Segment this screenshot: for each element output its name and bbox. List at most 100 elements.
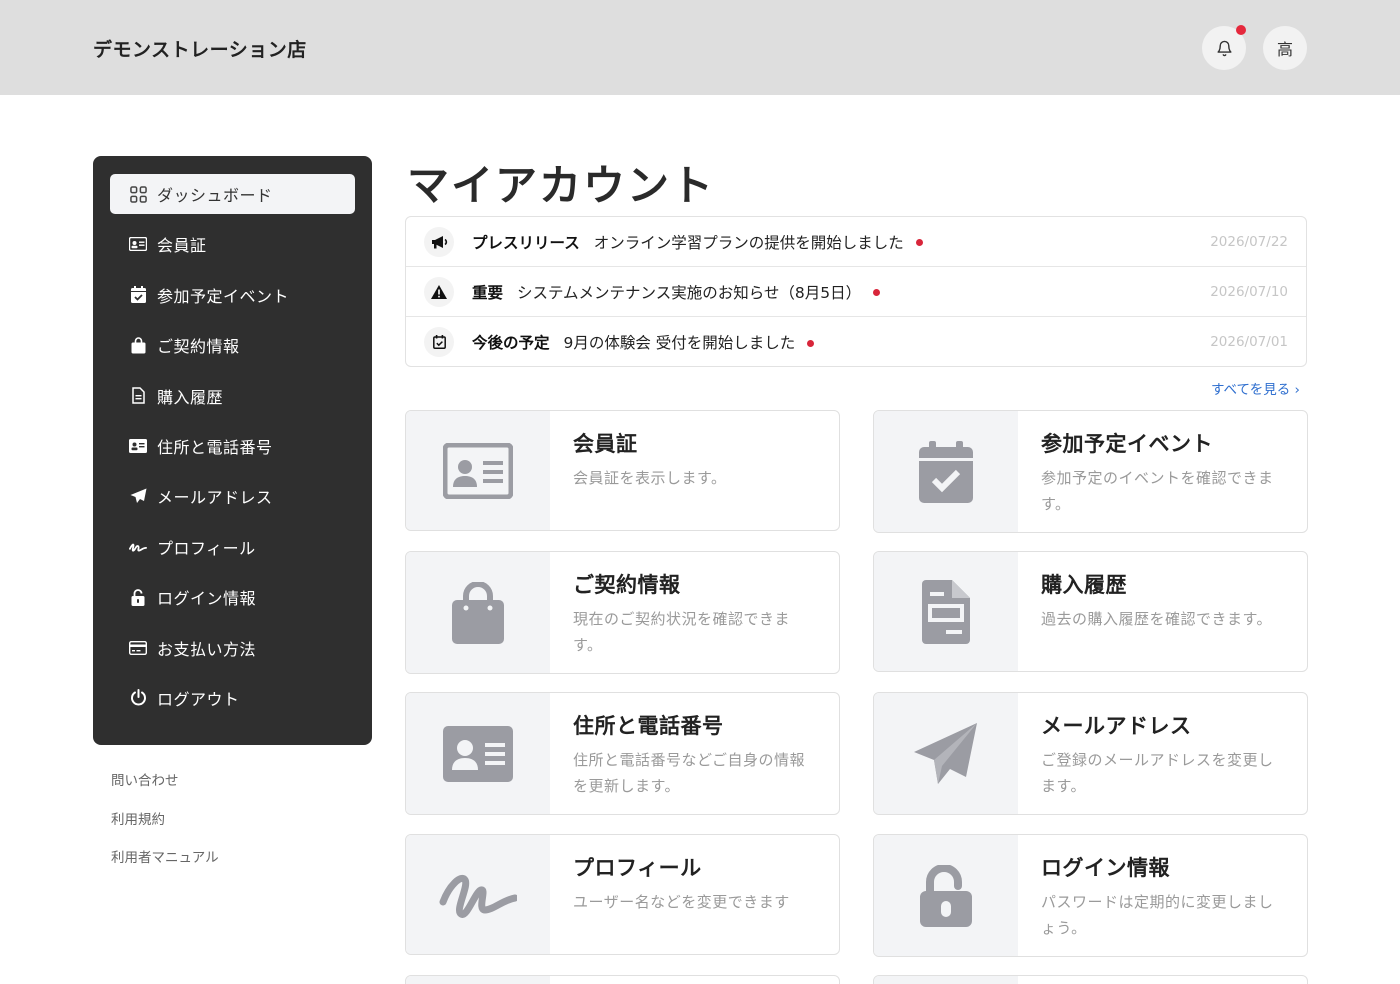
id-card-icon — [443, 442, 513, 499]
signature-icon — [439, 874, 517, 918]
sidebar-nav: ダッシュボード 会員証 参加予定イベント ご契約情報 購入履歴 住所と電話番号 … — [93, 156, 372, 745]
card-description: ユーザー名などを変更できます — [573, 893, 790, 911]
sidebar-item-email[interactable]: メールアドレス — [110, 476, 355, 516]
sidebar-item-login-info[interactable]: ログイン情報 — [110, 577, 355, 617]
paper-plane-icon — [914, 722, 977, 784]
card-title: 会員証 — [573, 432, 638, 456]
paper-plane-icon — [129, 487, 147, 505]
card-events[interactable]: 参加予定イベント 参加予定のイベントを確認できます。 — [873, 410, 1308, 533]
sidebar-item-label: 参加予定イベント — [157, 286, 290, 306]
terms-link[interactable]: 利用規約 — [111, 809, 219, 848]
manual-link[interactable]: 利用者マニュアル — [111, 847, 219, 886]
sidebar-item-label: 購入履歴 — [157, 387, 224, 407]
news-date: 2026/07/22 — [1210, 233, 1288, 250]
sidebar-item-profile[interactable]: プロフィール — [110, 527, 355, 567]
unread-dot — [873, 289, 881, 296]
card-thumb — [874, 411, 1018, 532]
sidebar-item-payment[interactable]: お支払い方法 — [110, 628, 355, 668]
card-description: 参加予定のイベントを確認できます。 — [1041, 469, 1274, 513]
page-title: マイアカウント — [407, 161, 716, 210]
news-text: オンライン学習プランの提供を開始しました — [593, 233, 904, 252]
card-description: 現在のご契約状況を確認できます。 — [573, 610, 791, 654]
see-all-link[interactable]: すべてを見る › — [1211, 378, 1300, 398]
card-title: メールアドレス — [1041, 714, 1192, 738]
megaphone-icon — [424, 226, 454, 257]
news-category: 重要 — [472, 283, 504, 302]
calendar-check-icon — [424, 327, 454, 357]
footer-links: 問い合わせ 利用規約 利用者マニュアル — [111, 770, 219, 886]
news-date: 2026/07/01 — [1210, 334, 1288, 350]
signature-icon — [129, 538, 147, 556]
card-description: 過去の購入履歴を確認できます。 — [1041, 610, 1273, 628]
contact-link[interactable]: 問い合わせ — [111, 770, 219, 809]
card-thumb — [874, 693, 1018, 814]
card-profile[interactable]: プロフィール ユーザー名などを変更できます — [405, 834, 840, 955]
card-email[interactable]: メールアドレス ご登録のメールアドレスを変更します。 — [873, 692, 1308, 815]
unread-dot — [915, 239, 923, 246]
card-thumb — [406, 552, 550, 673]
card-purchase-history[interactable]: 購入履歴 過去の購入履歴を確認できます。 — [873, 551, 1308, 672]
sidebar-item-label: プロフィール — [157, 538, 256, 558]
sidebar-item-label: 会員証 — [157, 236, 207, 256]
notification-badge — [1236, 25, 1246, 35]
card-thumb — [406, 976, 550, 984]
card-title: ログイン情報 — [1041, 856, 1170, 880]
sidebar-item-dashboard[interactable]: ダッシュボード — [110, 174, 355, 214]
top-header: デモンストレーション店 高 — [0, 0, 1400, 95]
card-partial[interactable] — [873, 975, 1308, 984]
store-name[interactable]: デモンストレーション店 — [93, 35, 307, 62]
card-thumb — [874, 976, 1018, 984]
receipt-icon — [129, 387, 147, 405]
card-thumb — [874, 835, 1018, 956]
news-item[interactable]: 重要 システムメンテナンス実施のお知らせ（8月5日） 2026/07/10 — [406, 267, 1306, 317]
sidebar-item-label: ご契約情報 — [157, 337, 240, 357]
unlock-icon — [920, 864, 972, 927]
card-thumb — [406, 835, 550, 954]
unread-dot — [807, 339, 815, 347]
sidebar-item-logout[interactable]: ログアウト — [110, 678, 355, 718]
card-thumb — [406, 693, 550, 814]
card-title: ご契約情報 — [573, 573, 681, 597]
sidebar-item-purchase-history[interactable]: 購入履歴 — [110, 376, 355, 416]
sidebar-item-label: メールアドレス — [157, 488, 273, 508]
warning-icon — [424, 276, 454, 307]
bell-icon — [1216, 40, 1232, 56]
calendar-check-icon — [129, 286, 147, 304]
card-description: ご登録のメールアドレスを変更します。 — [1041, 751, 1274, 795]
sidebar-item-label: 住所と電話番号 — [157, 437, 273, 457]
news-item[interactable]: プレスリリース オンライン学習プランの提供を開始しました 2026/07/22 — [406, 217, 1306, 267]
calendar-check-icon — [919, 440, 973, 503]
sidebar-item-label: ダッシュボード — [157, 186, 273, 205]
card-membership[interactable]: 会員証 会員証を表示します。 — [405, 410, 840, 531]
card-thumb — [874, 552, 1018, 671]
sidebar-item-events[interactable]: 参加予定イベント — [110, 275, 355, 315]
card-address[interactable]: 住所と電話番号 住所と電話番号などご自身の情報を更新します。 — [405, 692, 840, 815]
card-title: 参加予定イベント — [1041, 432, 1213, 456]
sidebar-item-label: ログアウト — [157, 689, 240, 709]
id-card-icon — [129, 235, 147, 253]
card-description: パスワードは定期的に変更しましょう。 — [1041, 893, 1274, 937]
receipt-icon — [922, 579, 970, 644]
address-card-icon — [443, 725, 513, 782]
news-category: プレスリリース — [472, 233, 580, 252]
power-icon — [129, 689, 147, 707]
news-item[interactable]: 今後の予定 9月の体験会 受付を開始しました 2026/07/01 — [406, 317, 1306, 367]
card-description: 会員証を表示します。 — [573, 469, 727, 487]
shopping-bag-icon — [129, 336, 147, 354]
card-description: 住所と電話番号などご自身の情報を更新します。 — [573, 751, 806, 795]
card-login-info[interactable]: ログイン情報 パスワードは定期的に変更しましょう。 — [873, 834, 1308, 957]
news-text: システムメンテナンス実施のお知らせ（8月5日） — [517, 283, 862, 302]
card-title: 住所と電話番号 — [573, 714, 724, 738]
avatar[interactable]: 高 — [1263, 26, 1307, 70]
dashboard-grid-icon — [129, 185, 147, 203]
credit-card-icon — [129, 639, 147, 657]
address-card-icon — [129, 437, 147, 455]
sidebar-item-contract[interactable]: ご契約情報 — [110, 325, 355, 365]
card-partial[interactable] — [405, 975, 840, 984]
unlock-icon — [129, 588, 147, 606]
sidebar-item-address[interactable]: 住所と電話番号 — [110, 426, 355, 466]
sidebar-item-label: お支払い方法 — [157, 639, 257, 659]
sidebar-item-membership-card[interactable]: 会員証 — [110, 224, 355, 264]
shopping-bag-icon — [452, 581, 504, 644]
card-contract[interactable]: ご契約情報 現在のご契約状況を確認できます。 — [405, 551, 840, 674]
